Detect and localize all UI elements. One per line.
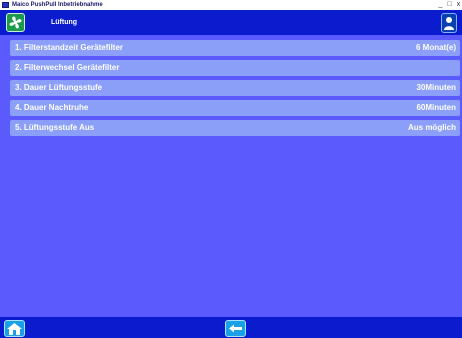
maximize-button[interactable]: □ <box>445 1 454 9</box>
fan-button[interactable] <box>6 13 25 32</box>
back-arrow-icon <box>229 324 242 333</box>
list-item-filterwechsel[interactable]: 2. Filterwechsel Gerätefilter <box>10 60 460 76</box>
fan-icon <box>9 16 22 29</box>
footer-bar <box>0 317 462 338</box>
window-titlebar: Maico PushPull Inbetriebnahme _ □ x <box>0 0 462 10</box>
window-title: Maico PushPull Inbetriebnahme <box>12 2 103 8</box>
list-item-label: 3. Dauer Lüftungsstufe <box>15 83 103 92</box>
list-item-value: 6 Monat(e) <box>416 43 456 52</box>
home-button[interactable] <box>4 320 25 337</box>
user-button[interactable] <box>441 13 457 33</box>
page-title: Lüftung <box>51 19 78 26</box>
list-item-value: Aus möglich <box>407 123 456 132</box>
header-bar: Lüftung <box>0 10 462 35</box>
home-icon <box>7 323 22 335</box>
app-icon <box>2 2 9 8</box>
list-item-filter-standzeit[interactable]: 1. Filterstandzeit Gerätefilter 6 Monat(… <box>10 40 460 56</box>
list-item-label: 5. Lüftungsstufe Aus <box>15 123 95 132</box>
list-item-label: 4. Dauer Nachtruhe <box>15 103 89 112</box>
user-icon <box>444 17 454 30</box>
back-button[interactable] <box>225 320 246 337</box>
list-item-dauer-lueftungsstufe[interactable]: 3. Dauer Lüftungsstufe 30Minuten <box>10 80 460 96</box>
minimize-button[interactable]: _ <box>436 1 445 9</box>
list-item-dauer-nachtruhe[interactable]: 4. Dauer Nachtruhe 60Minuten <box>10 100 460 116</box>
list-item-lueftungsstufe-aus[interactable]: 5. Lüftungsstufe Aus Aus möglich <box>10 120 460 136</box>
list-item-value: 30Minuten <box>416 83 456 92</box>
list-item-value: 60Minuten <box>416 103 456 112</box>
settings-list: 1. Filterstandzeit Gerätefilter 6 Monat(… <box>10 40 460 140</box>
list-item-label: 2. Filterwechsel Gerätefilter <box>15 63 120 72</box>
content-area: 1. Filterstandzeit Gerätefilter 6 Monat(… <box>0 35 462 317</box>
list-item-label: 1. Filterstandzeit Gerätefilter <box>15 43 124 52</box>
close-button[interactable]: x <box>454 1 462 9</box>
